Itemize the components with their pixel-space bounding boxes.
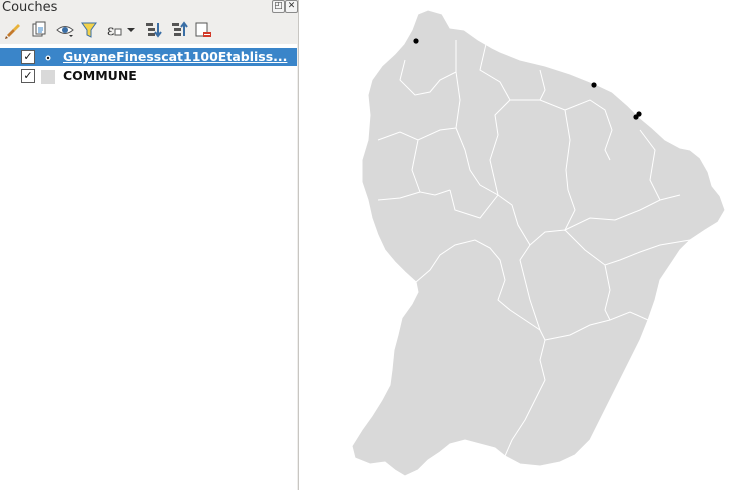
filter-icon[interactable] <box>80 20 98 40</box>
layer-row-commune[interactable]: ✓ COMMUNE <box>0 67 297 85</box>
layer-visibility-checkbox[interactable]: ✓ <box>21 50 35 64</box>
layer-tree: ✓ GuyaneFinesscat1100Etabliss... ✓ COMMU… <box>0 44 297 490</box>
finess-point <box>413 38 419 44</box>
style-brush-icon[interactable] <box>4 20 22 40</box>
polygon-fill-icon <box>41 69 55 84</box>
layer-label-commune: COMMUNE <box>63 68 137 83</box>
finess-point <box>591 82 597 88</box>
add-group-icon[interactable] <box>30 20 48 40</box>
finess-point <box>633 114 639 120</box>
svg-text:ε: ε <box>107 23 114 39</box>
layers-panel: Couches ◰ ✕ ε ✓ GuyaneFinesscat1100Etabl… <box>0 0 299 490</box>
commune-layer <box>351 9 726 477</box>
float-icon[interactable]: ◰ <box>272 0 285 13</box>
expression-filter-icon[interactable]: ε <box>106 20 136 40</box>
layer-visibility-checkbox[interactable]: ✓ <box>21 69 35 83</box>
close-icon[interactable]: ✕ <box>285 0 298 13</box>
panel-title: Couches <box>2 0 58 15</box>
visibility-eye-icon[interactable] <box>56 20 74 40</box>
point-icon <box>41 50 55 64</box>
layer-row-finess[interactable]: ✓ GuyaneFinesscat1100Etabliss... <box>0 48 297 66</box>
layers-toolbar: ε <box>2 20 296 42</box>
map-canvas[interactable] <box>305 0 740 490</box>
layer-label-finess: GuyaneFinesscat1100Etabliss... <box>63 49 288 64</box>
remove-layer-icon[interactable] <box>194 20 212 40</box>
collapse-all-icon[interactable] <box>170 20 188 40</box>
expand-all-icon[interactable] <box>144 20 162 40</box>
